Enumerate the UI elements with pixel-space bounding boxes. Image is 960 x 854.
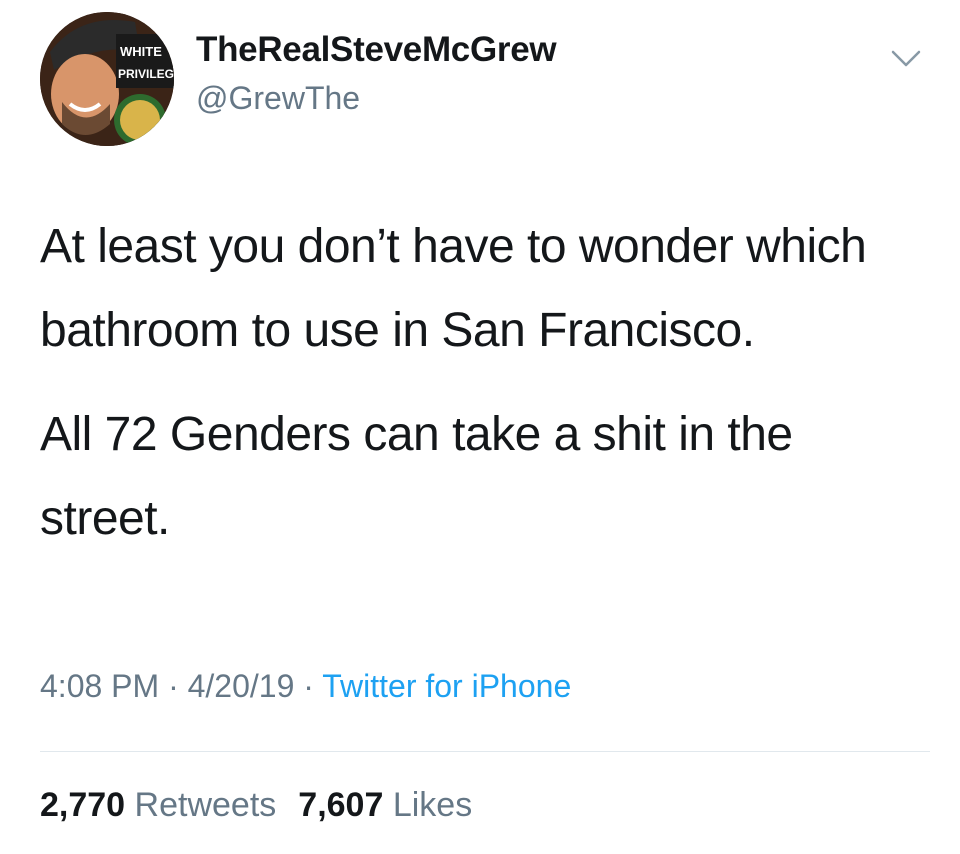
- likes-stat[interactable]: 7,607 Likes: [298, 786, 472, 824]
- avatar-caption-line2: PRIVILEGE: [118, 67, 174, 81]
- divider: [40, 751, 930, 752]
- author-avatar[interactable]: WHITE PRIVILEGE: [40, 12, 174, 146]
- profile-photo-icon: WHITE PRIVILEGE: [40, 12, 174, 146]
- tweet-time[interactable]: 4:08 PM: [40, 668, 159, 704]
- likes-label: Likes: [392, 786, 473, 824]
- author-handle[interactable]: @GrewThe: [196, 80, 360, 117]
- tweet-date[interactable]: 4/20/19: [188, 668, 295, 704]
- retweets-label: Retweets: [134, 786, 277, 824]
- retweets-stat[interactable]: 2,770 Retweets: [40, 786, 276, 824]
- author-display-name[interactable]: TheRealSteveMcGrew: [196, 30, 557, 70]
- tweet-source-link[interactable]: Twitter for iPhone: [322, 668, 571, 704]
- meta-separator: ·: [303, 668, 314, 704]
- tweet-text: At least you don’t have to wonder which …: [40, 205, 920, 581]
- meta-separator: ·: [168, 668, 179, 704]
- tweet-detail: WHITE PRIVILEGE TheRealSteveMcGrew @Grew…: [0, 0, 960, 854]
- chevron-down-icon[interactable]: [890, 48, 922, 70]
- avatar-caption-line1: WHITE: [120, 44, 162, 59]
- tweet-paragraph: All 72 Genders can take a shit in the st…: [40, 408, 793, 545]
- likes-count: 7,607: [298, 786, 384, 824]
- retweets-count: 2,770: [40, 786, 126, 824]
- tweet-paragraph: At least you don’t have to wonder which …: [40, 220, 867, 357]
- tweet-metadata: 4:08 PM · 4/20/19 · Twitter for iPhone: [40, 668, 571, 705]
- tweet-stats: 2,770 Retweets 7,607 Likes: [40, 786, 494, 825]
